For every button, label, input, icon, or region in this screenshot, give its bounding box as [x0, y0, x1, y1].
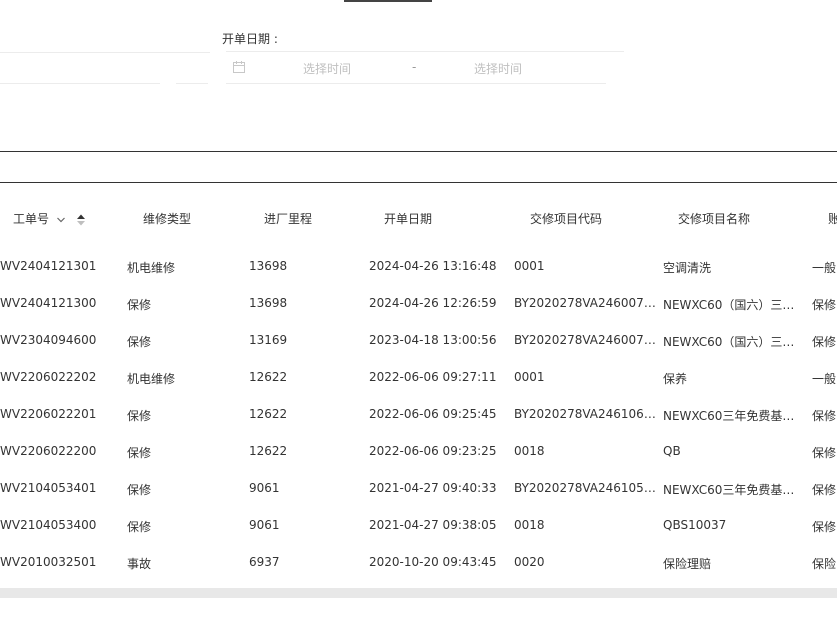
cell-open-date: 2024-04-26 13:16:48 — [369, 259, 497, 273]
column-header-account[interactable]: 账 — [828, 210, 837, 227]
date-range-separator: - — [412, 60, 417, 74]
sort-icon[interactable] — [76, 214, 86, 226]
cell-open-date: 2024-04-26 12:26:59 — [369, 296, 497, 310]
cell-item-name: 保险理赔 — [663, 557, 712, 571]
cell-open-date: 2021-04-27 09:38:05 — [369, 518, 497, 532]
cell-repair-type: 保修 — [127, 335, 152, 349]
cell-item-name: NEWXC60（国六）三年… — [663, 335, 806, 349]
cell-item-code: 0001 — [514, 370, 545, 384]
table-row[interactable]: WV2206022201 保修 12622 2022-06-06 09:25:4… — [0, 397, 837, 434]
field-divider — [0, 52, 210, 53]
cell-account: 保修 — [812, 335, 837, 349]
cell-item-code: BY2020278VA2460075M… — [514, 333, 660, 347]
field-divider — [0, 83, 160, 84]
table-row[interactable]: WV2206022202 机电维修 12622 2022-06-06 09:27… — [0, 360, 837, 397]
cell-repair-type: 保修 — [127, 298, 152, 312]
column-header-open-date[interactable]: 开单日期 — [384, 210, 432, 227]
table-row[interactable]: WV2206022200 保修 12622 2022-06-06 09:23:2… — [0, 434, 837, 471]
cell-item-name: QB — [663, 444, 681, 458]
open-date-label: 开单日期 : — [222, 32, 278, 46]
cell-repair-type: 保修 — [127, 520, 152, 534]
table-row[interactable]: WV2404121301 机电维修 13698 2024-04-26 13:16… — [0, 249, 837, 286]
start-date-input[interactable]: 选择时间 — [303, 60, 351, 77]
cell-account: 保修 — [812, 409, 837, 423]
cell-order-no: WV2404121300 — [0, 296, 97, 310]
cell-open-date: 2021-04-27 09:40:33 — [369, 481, 497, 495]
column-header-repair-type[interactable]: 维修类型 — [143, 210, 191, 227]
cell-item-code: 0018 — [514, 444, 545, 458]
cell-account: 保修 — [812, 298, 837, 312]
table-row[interactable]: WV2104053400 保修 9061 2021-04-27 09:38:05… — [0, 508, 837, 545]
cell-open-date: 2022-06-06 09:25:45 — [369, 407, 497, 421]
cell-open-date: 2023-04-18 13:00:56 — [369, 333, 497, 347]
cell-open-date: 2020-10-20 09:43:45 — [369, 555, 497, 569]
field-divider — [176, 83, 208, 84]
cell-mileage: 6937 — [249, 555, 280, 569]
column-header-order-no[interactable]: 工单号 — [13, 210, 86, 227]
cell-repair-type: 机电维修 — [127, 372, 176, 386]
end-date-input[interactable]: 选择时间 — [474, 60, 522, 77]
cell-order-no: WV2104053401 — [0, 481, 97, 495]
calendar-icon — [233, 61, 245, 73]
cell-item-name: 空调清洗 — [663, 261, 712, 275]
cell-item-code: 0020 — [514, 555, 545, 569]
cell-account: 一般 — [812, 372, 837, 386]
column-header-mileage[interactable]: 进厂里程 — [264, 210, 312, 227]
cell-order-no: WV2206022200 — [0, 444, 97, 458]
cell-mileage: 12622 — [249, 407, 288, 421]
cell-order-no: WV2206022202 — [0, 370, 97, 384]
cell-item-name: NEWXC60三年免费基础… — [663, 409, 806, 423]
cell-mileage: 12622 — [249, 444, 288, 458]
cell-item-name: NEWXC60三年免费基础… — [663, 483, 806, 497]
column-header-item-code[interactable]: 交修项目代码 — [530, 210, 602, 227]
horizontal-scrollbar[interactable] — [0, 588, 837, 598]
cell-mileage: 9061 — [249, 481, 280, 495]
cell-order-no: WV2104053400 — [0, 518, 97, 532]
table-row[interactable]: WV2304094600 保修 13169 2023-04-18 13:00:5… — [0, 323, 837, 360]
cell-account: 保险 — [812, 557, 837, 571]
cell-open-date: 2022-06-06 09:27:11 — [369, 370, 497, 384]
cell-order-no: WV2206022201 — [0, 407, 97, 421]
active-tab-indicator — [344, 0, 432, 2]
cell-mileage: 13698 — [249, 259, 288, 273]
cell-item-name: QBS10037 — [663, 518, 727, 532]
cell-account: 保修 — [812, 446, 837, 460]
cell-order-no: WV2304094600 — [0, 333, 97, 347]
cell-item-code: 0018 — [514, 518, 545, 532]
cell-item-code: 0001 — [514, 259, 545, 273]
toolbar-bottom-border — [0, 182, 837, 183]
cell-account: 一般 — [812, 261, 837, 275]
cell-mileage: 13698 — [249, 296, 288, 310]
cell-repair-type: 保修 — [127, 446, 152, 460]
cell-item-name: NEWXC60（国六）三年… — [663, 298, 806, 312]
column-header-item-name[interactable]: 交修项目名称 — [678, 210, 750, 227]
toolbar-top-border — [0, 151, 837, 152]
chevron-down-icon[interactable] — [56, 215, 66, 225]
table-row[interactable]: WV2104053401 保修 9061 2021-04-27 09:40:33… — [0, 471, 837, 508]
field-divider — [226, 83, 606, 84]
cell-repair-type: 机电维修 — [127, 261, 176, 275]
cell-open-date: 2022-06-06 09:23:25 — [369, 444, 497, 458]
cell-mileage: 12622 — [249, 370, 288, 384]
cell-item-name: 保养 — [663, 372, 688, 386]
cell-repair-type: 保修 — [127, 409, 152, 423]
cell-account: 保修 — [812, 520, 837, 534]
cell-item-code: BY2020278VA2460076M… — [514, 296, 660, 310]
cell-mileage: 9061 — [249, 518, 280, 532]
cell-repair-type: 保修 — [127, 483, 152, 497]
cell-item-code: BY2020278VA246106MF… — [514, 407, 660, 421]
cell-mileage: 13169 — [249, 333, 288, 347]
cell-order-no: WV2404121301 — [0, 259, 97, 273]
cell-order-no: WV2010032501 — [0, 555, 97, 569]
table-row[interactable]: WV2404121300 保修 13698 2024-04-26 12:26:5… — [0, 286, 837, 323]
cell-item-code: BY2020278VA246105MF… — [514, 481, 660, 495]
table-row[interactable]: WV2010032501 事故 6937 2020-10-20 09:43:45… — [0, 545, 837, 582]
cell-account: 保修 — [812, 483, 837, 497]
cell-repair-type: 事故 — [127, 557, 152, 571]
